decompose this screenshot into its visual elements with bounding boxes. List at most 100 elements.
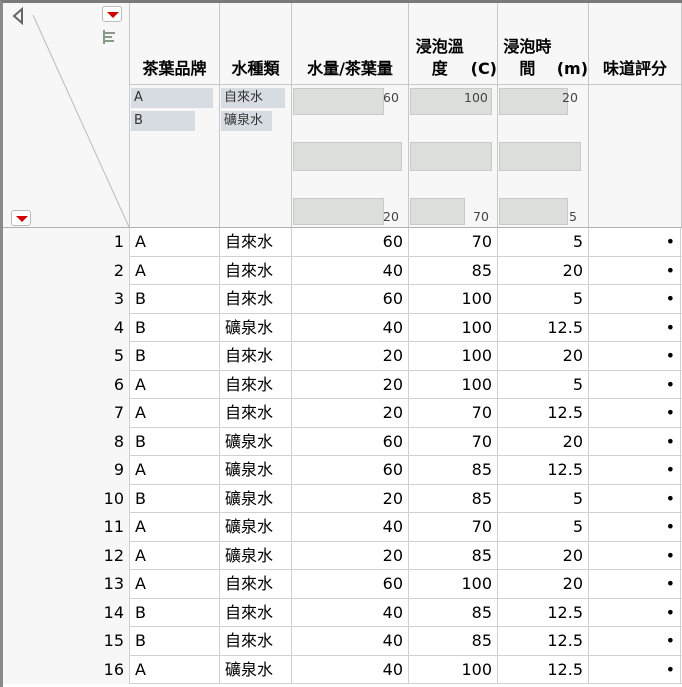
time-cell[interactable]: 20 [498, 342, 589, 371]
water-cell[interactable]: 礦泉水 [220, 513, 292, 542]
taste-cell[interactable]: • [589, 456, 681, 485]
amount-cell[interactable]: 40 [292, 313, 409, 342]
column-header-taste[interactable]: 味道評分 [589, 3, 682, 228]
brand-cell[interactable]: A [130, 655, 220, 684]
row-number[interactable]: 9 [3, 456, 130, 485]
table-row[interactable]: 8 B 礦泉水 60 70 20 • [3, 427, 682, 456]
time-cell[interactable]: 5 [498, 370, 589, 399]
temperature-cell[interactable]: 85 [409, 598, 498, 627]
amount-cell[interactable]: 20 [292, 342, 409, 371]
amount-cell[interactable]: 40 [292, 627, 409, 656]
brand-cell[interactable]: B [130, 427, 220, 456]
brand-cell[interactable]: B [130, 313, 220, 342]
row-number[interactable]: 4 [3, 313, 130, 342]
temperature-cell[interactable]: 85 [409, 627, 498, 656]
temperature-cell[interactable]: 85 [409, 256, 498, 285]
time-cell[interactable]: 5 [498, 513, 589, 542]
table-row[interactable]: 15 B 自來水 40 85 12.5 • [3, 627, 682, 656]
brand-cell[interactable]: A [130, 256, 220, 285]
table-row[interactable]: 10 B 礦泉水 20 85 5 • [3, 484, 682, 513]
table-menu-red-triangle-icon[interactable] [102, 6, 122, 22]
row-number[interactable]: 1 [3, 228, 130, 257]
amount-cell[interactable]: 40 [292, 256, 409, 285]
table-row[interactable]: 5 B 自來水 20 100 20 • [3, 342, 682, 371]
brand-cell[interactable]: A [130, 456, 220, 485]
water-cell[interactable]: 自來水 [220, 370, 292, 399]
row-number[interactable]: 11 [3, 513, 130, 542]
temperature-cell[interactable]: 100 [409, 313, 498, 342]
amount-cell[interactable]: 60 [292, 427, 409, 456]
table-row[interactable]: 11 A 礦泉水 40 70 5 • [3, 513, 682, 542]
column-header-temperature[interactable]: 浸泡溫度 (C) 100 70 [409, 3, 498, 228]
water-cell[interactable]: 自來水 [220, 228, 292, 257]
amount-cell[interactable]: 20 [292, 484, 409, 513]
time-cell[interactable]: 20 [498, 256, 589, 285]
time-cell[interactable]: 5 [498, 285, 589, 314]
water-cell[interactable]: 礦泉水 [220, 541, 292, 570]
temperature-cell[interactable]: 100 [409, 285, 498, 314]
amount-cell[interactable]: 40 [292, 513, 409, 542]
taste-cell[interactable]: • [589, 256, 681, 285]
table-row[interactable]: 14 B 自來水 40 85 12.5 • [3, 598, 682, 627]
row-number[interactable]: 10 [3, 484, 130, 513]
amount-cell[interactable]: 20 [292, 541, 409, 570]
row-number[interactable]: 7 [3, 399, 130, 428]
amount-cell[interactable]: 60 [292, 456, 409, 485]
row-number[interactable]: 13 [3, 570, 130, 599]
time-cell[interactable]: 5 [498, 484, 589, 513]
temperature-cell[interactable]: 100 [409, 570, 498, 599]
table-row[interactable]: 3 B 自來水 60 100 5 • [3, 285, 682, 314]
water-cell[interactable]: 自來水 [220, 399, 292, 428]
temperature-cell[interactable]: 100 [409, 370, 498, 399]
row-number[interactable]: 16 [3, 655, 130, 684]
taste-cell[interactable]: • [589, 370, 681, 399]
time-cell[interactable]: 12.5 [498, 456, 589, 485]
brand-cell[interactable]: B [130, 342, 220, 371]
taste-cell[interactable]: • [589, 427, 681, 456]
taste-cell[interactable]: • [589, 570, 681, 599]
water-cell[interactable]: 礦泉水 [220, 456, 292, 485]
table-row[interactable]: 16 A 礦泉水 40 100 12.5 • [3, 655, 682, 684]
temperature-cell[interactable]: 100 [409, 342, 498, 371]
temperature-cell[interactable]: 85 [409, 541, 498, 570]
amount-cell[interactable]: 40 [292, 655, 409, 684]
row-number[interactable]: 12 [3, 541, 130, 570]
amount-cell[interactable]: 60 [292, 285, 409, 314]
water-cell[interactable]: 自來水 [220, 598, 292, 627]
water-cell[interactable]: 自來水 [220, 256, 292, 285]
temperature-cell[interactable]: 100 [409, 655, 498, 684]
brand-cell[interactable]: A [130, 228, 220, 257]
water-cell[interactable]: 礦泉水 [220, 655, 292, 684]
water-cell[interactable]: 自來水 [220, 570, 292, 599]
collapse-triangle-icon[interactable] [11, 7, 25, 25]
taste-cell[interactable]: • [589, 313, 681, 342]
row-number[interactable]: 3 [3, 285, 130, 314]
table-row[interactable]: 7 A 自來水 20 70 12.5 • [3, 399, 682, 428]
taste-cell[interactable]: • [589, 513, 681, 542]
water-cell[interactable]: 礦泉水 [220, 313, 292, 342]
row-number[interactable]: 5 [3, 342, 130, 371]
time-cell[interactable]: 20 [498, 541, 589, 570]
column-header-time[interactable]: 浸泡時間 (m) 20 5 [498, 3, 589, 228]
time-cell[interactable]: 12.5 [498, 313, 589, 342]
water-cell[interactable]: 自來水 [220, 342, 292, 371]
brand-cell[interactable]: A [130, 370, 220, 399]
time-cell[interactable]: 12.5 [498, 598, 589, 627]
brand-cell[interactable]: A [130, 399, 220, 428]
amount-cell[interactable]: 20 [292, 370, 409, 399]
taste-cell[interactable]: • [589, 484, 681, 513]
table-row[interactable]: 9 A 礦泉水 60 85 12.5 • [3, 456, 682, 485]
taste-cell[interactable]: • [589, 285, 681, 314]
table-row[interactable]: 12 A 礦泉水 20 85 20 • [3, 541, 682, 570]
water-cell[interactable]: 自來水 [220, 285, 292, 314]
table-row[interactable]: 13 A 自來水 60 100 20 • [3, 570, 682, 599]
amount-cell[interactable]: 40 [292, 598, 409, 627]
taste-cell[interactable]: • [589, 655, 681, 684]
time-cell[interactable]: 20 [498, 427, 589, 456]
column-header-amount[interactable]: 水量/茶葉量 60 20 [292, 3, 409, 228]
taste-cell[interactable]: • [589, 228, 681, 257]
row-number[interactable]: 14 [3, 598, 130, 627]
rows-menu-red-triangle-icon[interactable] [11, 210, 31, 226]
taste-cell[interactable]: • [589, 541, 681, 570]
table-row[interactable]: 1 A 自來水 60 70 5 • [3, 228, 682, 257]
